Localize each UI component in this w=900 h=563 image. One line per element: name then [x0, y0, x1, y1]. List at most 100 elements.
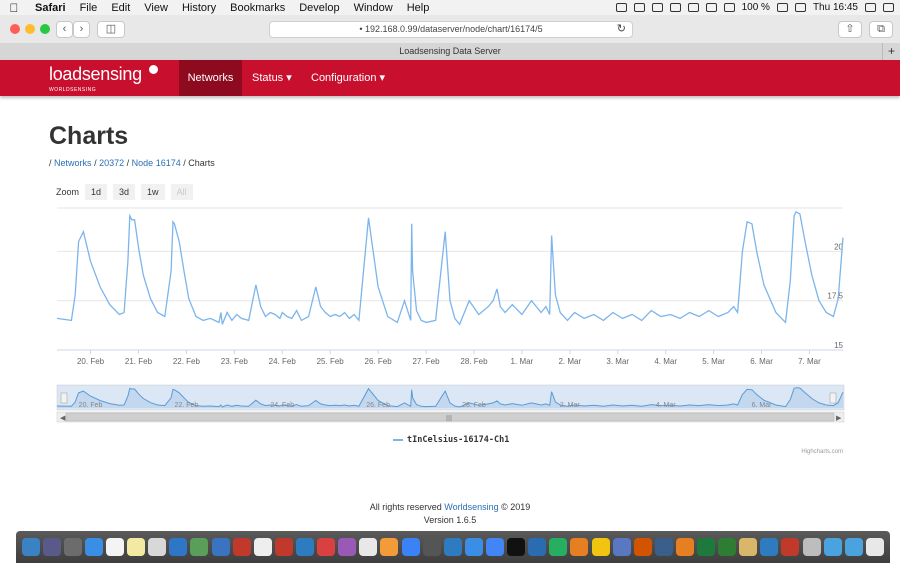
dock-app-icon[interactable] [654, 538, 673, 556]
nav-status[interactable]: Status ▾ [252, 60, 292, 96]
navigator-handle-left[interactable] [60, 392, 68, 404]
zoom-1d-button[interactable]: 1d [85, 184, 108, 200]
dock-app-icon[interactable] [823, 538, 842, 556]
breadcrumb-node[interactable]: Node 16174 [132, 158, 181, 168]
menu-view[interactable]: View [137, 2, 175, 14]
new-tab-button[interactable]: + [882, 43, 900, 60]
dock-app-icon[interactable] [528, 538, 547, 556]
dock-app-icon[interactable] [380, 538, 399, 556]
dock-app-icon[interactable] [190, 538, 209, 556]
breadcrumb-networks[interactable]: Networks [54, 158, 92, 168]
search-icon[interactable] [865, 3, 876, 12]
dock-app-icon[interactable] [317, 538, 336, 556]
nav-networks[interactable]: Networks [179, 60, 242, 96]
address-bar[interactable]: • 192.168.0.99/dataserver/node/chart/161… [269, 21, 633, 38]
zoom-window-button[interactable] [40, 24, 50, 34]
scroll-right-icon[interactable]: ▶ [836, 414, 842, 422]
navigator-tick-label: 22. Feb [175, 402, 199, 409]
dock-app-icon[interactable] [63, 538, 82, 556]
dock-app-icon[interactable] [127, 538, 146, 556]
menu-bookmarks[interactable]: Bookmarks [223, 2, 292, 14]
dock-app-icon[interactable] [781, 538, 800, 556]
x-tick-label: 22. Feb [173, 357, 201, 366]
dock-app-icon[interactable] [274, 538, 293, 556]
logo[interactable]: loadsensing [49, 64, 142, 85]
menu-history[interactable]: History [175, 2, 223, 14]
dock-app-icon[interactable] [295, 538, 314, 556]
flag-icon[interactable] [794, 3, 806, 12]
nav-configuration[interactable]: Configuration ▾ [311, 60, 385, 96]
volume-icon[interactable] [723, 3, 735, 12]
dock-app-icon[interactable] [865, 538, 884, 556]
tabs-overview-button[interactable]: ⧉ [869, 21, 893, 38]
menu-file[interactable]: File [73, 2, 105, 14]
tab-title[interactable]: Loadsensing Data Server [399, 46, 501, 56]
bluetooth-icon[interactable] [687, 3, 699, 12]
legend-label[interactable]: tInCelsius-16174-Ch1 [407, 435, 509, 445]
dock-app-icon[interactable] [21, 538, 40, 556]
dock-app-icon[interactable] [633, 538, 652, 556]
navigator-handle-right[interactable] [829, 392, 837, 404]
dock-app-icon[interactable] [844, 538, 863, 556]
list-icon[interactable] [883, 3, 894, 12]
zoom-3d-button[interactable]: 3d [113, 184, 136, 200]
dock-app-icon[interactable] [485, 538, 504, 556]
dock-app-icon[interactable] [570, 538, 589, 556]
wifi-icon[interactable] [705, 3, 717, 12]
dock-app-icon[interactable] [105, 538, 124, 556]
dock-app-icon[interactable] [760, 538, 779, 556]
menu-safari[interactable]: Safari [28, 2, 73, 14]
forward-button[interactable]: › [73, 21, 90, 38]
scroll-grip-icon[interactable]: ||| [446, 415, 452, 422]
dock-app-icon[interactable] [422, 538, 441, 556]
menu-develop[interactable]: Develop [292, 2, 346, 14]
share-button[interactable]: ⇧ [838, 21, 862, 38]
dropbox-icon[interactable] [615, 3, 627, 12]
dock-app-icon[interactable] [211, 538, 230, 556]
clock[interactable]: Thu 16:45 [813, 2, 858, 13]
breadcrumb-network[interactable]: 20372 [99, 158, 124, 168]
dock-app-icon[interactable] [739, 538, 758, 556]
dock-app-icon[interactable] [359, 538, 378, 556]
dock-app-icon[interactable] [612, 538, 631, 556]
footer-company-link[interactable]: Worldsensing [444, 502, 498, 512]
dock-app-icon[interactable] [718, 538, 737, 556]
parallels-icon[interactable] [633, 3, 645, 12]
battery-percent[interactable]: 100 % [742, 2, 770, 13]
scroll-left-icon[interactable]: ◀ [60, 414, 66, 422]
x-tick-label: 6. Mar [750, 357, 773, 366]
credits[interactable]: Highcharts.com [801, 449, 843, 455]
navigator[interactable]: 20. Feb 22. Feb 24. Feb 26. Feb 28. Feb 2. Ma… [56, 384, 845, 411]
dock-app-icon[interactable] [507, 538, 526, 556]
dock-app-icon[interactable] [84, 538, 103, 556]
dock-app-icon[interactable] [464, 538, 483, 556]
menu-window[interactable]: Window [347, 2, 400, 14]
menu-edit[interactable]: Edit [104, 2, 137, 14]
minimize-window-button[interactable] [25, 24, 35, 34]
dock-app-icon[interactable] [802, 538, 821, 556]
dock-app-icon[interactable] [169, 538, 188, 556]
dock-app-icon[interactable] [401, 538, 420, 556]
dock-app-icon[interactable] [42, 538, 61, 556]
time-machine-icon[interactable] [669, 3, 681, 12]
dock-app-icon[interactable] [591, 538, 610, 556]
chart-legend[interactable]: tInCelsius-16174-Ch1 [393, 435, 509, 445]
dock-app-icon[interactable] [338, 538, 357, 556]
sidebar-button[interactable]: ◫ [97, 21, 125, 38]
dock-app-icon[interactable] [443, 538, 462, 556]
back-button[interactable]: ‹ [56, 21, 73, 38]
dock-app-icon[interactable] [549, 538, 568, 556]
scrollbar[interactable]: ◀ ▶ ||| [56, 411, 845, 423]
dock-app-icon[interactable] [697, 538, 716, 556]
apple-icon[interactable]:  [0, 1, 28, 15]
dock-app-icon[interactable] [675, 538, 694, 556]
reload-icon[interactable]: ↻ [617, 22, 626, 37]
menu-help[interactable]: Help [400, 2, 437, 14]
zoom-1w-button[interactable]: 1w [141, 184, 165, 200]
close-window-button[interactable] [10, 24, 20, 34]
dock-app-icon[interactable] [148, 538, 167, 556]
dock-app-icon[interactable] [253, 538, 272, 556]
battery-icon[interactable] [776, 3, 788, 12]
dock-app-icon[interactable] [232, 538, 251, 556]
airplay-icon[interactable] [651, 3, 663, 12]
